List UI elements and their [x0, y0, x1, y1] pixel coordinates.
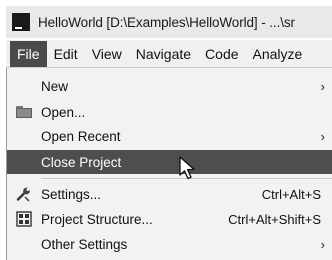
menu-view[interactable]: View [85, 41, 129, 67]
menu-code[interactable]: Code [198, 41, 245, 67]
menu-file[interactable]: File [10, 40, 47, 67]
menu-item-new-label: New [41, 78, 69, 94]
window-title: HelloWorld [D:\Examples\HelloWorld] - ..… [38, 14, 295, 30]
submenu-arrow-icon: › [320, 236, 325, 252]
menu-item-settings[interactable]: Settings... Ctrl+Alt+S [7, 182, 332, 206]
menu-navigate[interactable]: Navigate [129, 41, 198, 67]
menu-item-other-settings-label: Other Settings [41, 236, 128, 252]
submenu-arrow-icon: › [320, 78, 325, 94]
menu-item-project-structure-label: Project Structure... [41, 211, 153, 227]
menu-item-open-recent[interactable]: Open Recent › [7, 124, 332, 148]
menu-edit[interactable]: Edit [47, 41, 85, 67]
menu-bar: File Edit View Navigate Code Analyze [6, 40, 332, 68]
intellij-logo-icon: IJ [12, 13, 30, 31]
wrench-icon [16, 187, 30, 202]
menu-item-open[interactable]: Open... [7, 100, 332, 124]
folder-icon [16, 106, 32, 118]
menu-item-open-recent-label: Open Recent [41, 128, 121, 144]
project-structure-icon [16, 211, 32, 227]
menu-item-other-settings[interactable]: Other Settings › [7, 232, 332, 256]
menu-analyze[interactable]: Analyze [246, 41, 310, 67]
menu-item-close-project[interactable]: Close Project [7, 150, 332, 174]
menu-item-settings-label: Settings... [41, 186, 102, 202]
mouse-pointer-icon [179, 156, 195, 180]
menu-item-open-label: Open... [41, 104, 86, 120]
submenu-arrow-icon: › [320, 128, 325, 144]
ide-window: IJ HelloWorld [D:\Examples\HelloWorld] -… [0, 0, 332, 260]
shortcut-text: Ctrl+Alt+Shift+S [228, 211, 321, 227]
menu-item-project-structure[interactable]: Project Structure... Ctrl+Alt+Shift+S [7, 207, 332, 231]
title-bar: IJ HelloWorld [D:\Examples\HelloWorld] -… [6, 6, 332, 38]
menu-item-new[interactable]: New › [7, 74, 332, 98]
file-menu-dropdown: New › Open... Open Recent › Close Projec… [6, 68, 332, 260]
shortcut-text: Ctrl+Alt+S [261, 186, 321, 202]
